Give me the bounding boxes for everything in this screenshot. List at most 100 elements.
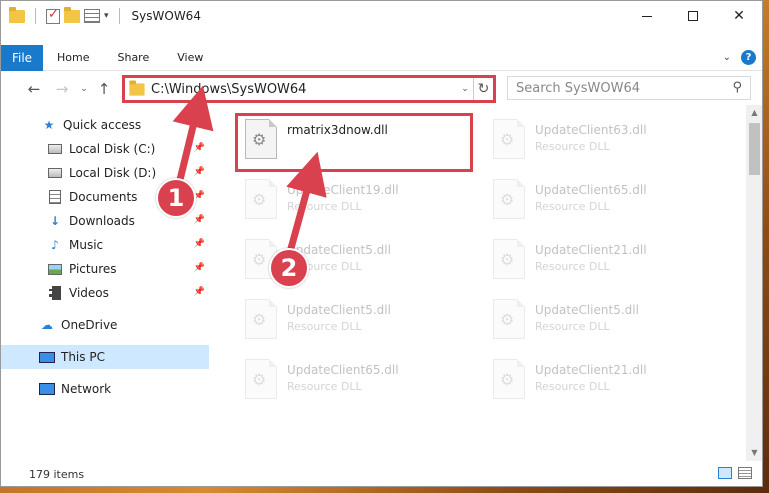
- maximize-button[interactable]: [670, 1, 716, 31]
- star-icon: ★: [43, 118, 55, 132]
- minimize-icon: [642, 15, 652, 17]
- dll-file-icon: ⚙: [245, 179, 277, 219]
- highlight-box: [235, 113, 473, 172]
- address-dropdown-chevron-icon[interactable]: ⌄: [457, 84, 473, 94]
- divider: [118, 8, 120, 24]
- file-explorer-window: ▾ SysWOW64 ✕ File Home Share View ⌄ ? ← …: [0, 0, 763, 487]
- sidebar-item-onedrive[interactable]: ☁ OneDrive: [1, 313, 211, 337]
- file-list: ⚙ rmatrix3dnow.dll ⚙ UpdateClient63.dll R…: [227, 105, 745, 461]
- pin-icon[interactable]: 📌: [194, 167, 205, 177]
- file-tile[interactable]: ⚙ UpdateClient21.dll Resource DLL: [485, 353, 725, 407]
- pin-icon[interactable]: 📌: [194, 239, 205, 249]
- tab-file[interactable]: File: [1, 44, 43, 71]
- window-title: SysWOW64: [131, 9, 201, 23]
- file-tile[interactable]: ⚙ UpdateClient5.dll Resource DLL: [237, 293, 477, 347]
- sidebar-item-label: Videos: [69, 286, 109, 300]
- file-type: Resource DLL: [287, 320, 362, 333]
- pin-icon[interactable]: 📌: [194, 287, 205, 297]
- recent-locations-chevron-icon[interactable]: ⌄: [77, 84, 91, 94]
- sidebar-item-label: Music: [69, 238, 104, 252]
- tab-share[interactable]: Share: [103, 51, 163, 64]
- pin-icon[interactable]: 📌: [194, 263, 205, 273]
- status-bar: 179 items: [1, 463, 762, 485]
- properties-icon[interactable]: [84, 9, 100, 23]
- sidebar-item-label: Network: [61, 382, 112, 396]
- sidebar-item-local-disk-c[interactable]: Local Disk (C:) 📌: [1, 137, 211, 161]
- sidebar-item-label: This PC: [61, 350, 105, 364]
- search-input[interactable]: Search SysWOW64: [516, 81, 640, 96]
- file-type: Resource DLL: [287, 380, 362, 393]
- close-icon: ✕: [733, 8, 745, 24]
- pictures-icon: [47, 261, 63, 277]
- file-tile[interactable]: ⚙ UpdateClient5.dll Resource DLL: [485, 293, 725, 347]
- refresh-icon[interactable]: ↻: [473, 78, 493, 100]
- up-arrow-icon[interactable]: ↑: [93, 80, 115, 98]
- search-icon: ⚲: [732, 80, 742, 95]
- dll-file-icon: ⚙: [493, 359, 525, 399]
- minimize-button[interactable]: [624, 1, 670, 31]
- file-type: Resource DLL: [535, 380, 610, 393]
- onedrive-icon: ☁: [41, 318, 53, 332]
- file-name: UpdateClient65.dll: [287, 363, 399, 377]
- file-name: UpdateClient5.dll: [287, 303, 391, 317]
- disk-icon: [47, 165, 63, 181]
- sidebar-item-pictures[interactable]: Pictures 📌: [1, 257, 211, 281]
- sidebar-item-network[interactable]: Network: [1, 377, 211, 401]
- expand-ribbon-chevron-icon[interactable]: ⌄: [723, 52, 731, 63]
- divider: [35, 8, 36, 24]
- dll-file-icon: ⚙: [245, 299, 277, 339]
- dll-file-icon: ⚙: [493, 119, 525, 159]
- vertical-scrollbar[interactable]: ▲ ▼: [746, 105, 762, 461]
- file-type: Resource DLL: [535, 320, 610, 333]
- tab-view[interactable]: View: [163, 51, 217, 64]
- sidebar-item-label: OneDrive: [61, 318, 118, 332]
- sidebar-item-label: Documents: [69, 190, 138, 204]
- step-2-badge: 2: [269, 248, 309, 288]
- quick-access-toolbar: ▾ SysWOW64: [1, 6, 201, 24]
- address-path[interactable]: C:\Windows\SysWOW64: [151, 82, 457, 97]
- forward-arrow-icon[interactable]: →: [51, 80, 73, 98]
- scroll-thumb[interactable]: [749, 123, 760, 175]
- window-controls: ✕: [624, 1, 762, 31]
- folder-icon: [9, 6, 25, 23]
- pin-icon[interactable]: 📌: [194, 215, 205, 225]
- help-icon[interactable]: ?: [741, 50, 756, 65]
- scroll-down-arrow-icon[interactable]: ▼: [746, 445, 762, 461]
- downloads-icon: ↓: [49, 214, 61, 228]
- this-pc-icon: [39, 349, 55, 365]
- properties-check-icon[interactable]: [46, 7, 60, 24]
- dll-file-icon: ⚙: [493, 179, 525, 219]
- file-tile[interactable]: ⚙ UpdateClient19.dll Resource DLL: [237, 173, 477, 227]
- dll-file-icon: ⚙: [493, 239, 525, 279]
- dll-file-icon: ⚙: [245, 359, 277, 399]
- file-tile[interactable]: ⚙ UpdateClient65.dll Resource DLL: [485, 173, 725, 227]
- large-icons-view-icon[interactable]: [738, 467, 752, 479]
- new-folder-icon[interactable]: [64, 6, 80, 23]
- file-tile[interactable]: ⚙ UpdateClient63.dll Resource DLL: [485, 113, 725, 167]
- scroll-up-arrow-icon[interactable]: ▲: [746, 105, 762, 121]
- sidebar-item-videos[interactable]: Videos 📌: [1, 281, 211, 305]
- tab-home[interactable]: Home: [43, 51, 103, 64]
- close-button[interactable]: ✕: [716, 1, 762, 31]
- music-icon: ♪: [51, 238, 59, 252]
- sidebar-item-this-pc[interactable]: This PC: [1, 345, 209, 369]
- back-arrow-icon[interactable]: ←: [23, 80, 45, 98]
- details-view-icon[interactable]: [718, 467, 732, 479]
- file-tile[interactable]: ⚙ UpdateClient65.dll Resource DLL: [237, 353, 477, 407]
- customize-toolbar-chevron-icon[interactable]: ▾: [104, 11, 109, 21]
- address-bar[interactable]: C:\Windows\SysWOW64 ⌄ ↻: [122, 75, 496, 103]
- file-tile[interactable]: ⚙ UpdateClient21.dll Resource DLL: [485, 233, 725, 287]
- sidebar-item-music[interactable]: ♪ Music 📌: [1, 233, 211, 257]
- file-type: Resource DLL: [535, 260, 610, 273]
- navigation-pane: ★ Quick access Local Disk (C:) 📌 Local D…: [1, 113, 211, 461]
- videos-icon: [47, 285, 63, 301]
- sidebar-item-label: Downloads: [69, 214, 135, 228]
- sidebar-item-quick-access[interactable]: ★ Quick access: [1, 113, 211, 137]
- pin-icon[interactable]: 📌: [194, 143, 205, 153]
- file-type: Resource DLL: [535, 200, 610, 213]
- navigation-bar: ← → ⌄ ↑ C:\Windows\SysWOW64 ⌄ ↻ Search S…: [1, 73, 762, 105]
- sidebar-item-label: Local Disk (C:): [69, 142, 156, 156]
- file-name: UpdateClient65.dll: [535, 183, 647, 197]
- file-name: UpdateClient5.dll: [535, 303, 639, 317]
- search-box[interactable]: Search SysWOW64 ⚲: [507, 76, 751, 100]
